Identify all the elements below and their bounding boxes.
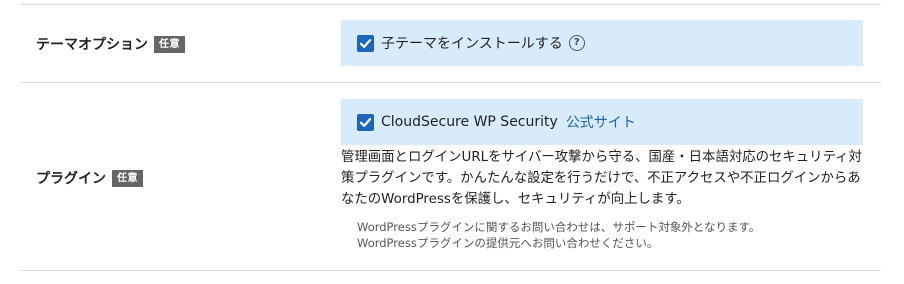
support-note-line-2: WordPressプラグインの提供元へお問い合わせください。 [357, 236, 659, 250]
cloudsecure-checkbox-label[interactable]: CloudSecure WP Security [381, 114, 558, 130]
support-note-line-1: WordPressプラグインに関するお問い合わせは、サポート対象外となります。 [357, 220, 761, 234]
cloudsecure-checkbox[interactable] [357, 113, 374, 131]
cloudsecure-plugin-option[interactable]: CloudSecure WP Security 公式サイト [341, 99, 863, 145]
official-site-link[interactable]: 公式サイト [566, 112, 636, 132]
child-theme-option[interactable]: 子テーマをインストールする ? [341, 20, 863, 66]
question-circle-icon[interactable]: ? [568, 35, 585, 51]
optional-badge: 任意 [154, 35, 185, 53]
checkmark-icon [359, 117, 372, 127]
child-theme-checkbox-label[interactable]: 子テーマをインストールする [381, 33, 563, 53]
plugin-description: 管理画面とログインURLをサイバー攻撃から守る、国産・日本語対応のセキュリティ対… [341, 150, 862, 207]
row-divider-middle [20, 82, 881, 83]
optional-badge: 任意 [112, 169, 143, 187]
plugin-label: プラグイン 任意 [36, 168, 143, 188]
plugin-support-note: WordPressプラグインに関するお問い合わせは、サポート対象外となります。 … [357, 219, 760, 251]
row-divider-bottom [20, 270, 881, 271]
plugin-label-text: プラグイン [36, 171, 106, 187]
theme-option-label-text: テーマオプション [36, 37, 148, 53]
theme-option-label: テーマオプション 任意 [36, 34, 185, 54]
child-theme-checkbox[interactable] [357, 34, 374, 52]
row-divider-top [20, 4, 881, 5]
checkmark-icon [359, 38, 372, 48]
